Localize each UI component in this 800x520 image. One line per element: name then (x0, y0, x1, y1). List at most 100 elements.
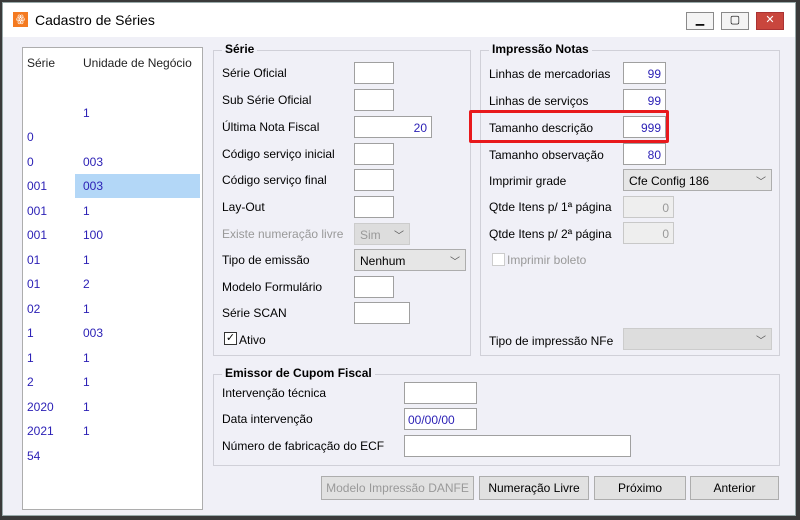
grade-select[interactable]: Cfe Config 186 ﹀ (623, 169, 772, 191)
tipo-emissao-select[interactable]: Nenhum ﹀ (354, 249, 466, 271)
unidade-cell: 1 (83, 105, 90, 120)
sub-serie-label: Sub Série Oficial (222, 93, 312, 107)
unidade-cell: 1 (83, 350, 90, 365)
serie-cell: 0 (27, 154, 34, 169)
tipo-nfe-select[interactable]: ﹀ (623, 328, 772, 350)
existe-num-select[interactable]: Sim ﹀ (354, 223, 410, 245)
tipo-emissao-label: Tipo de emissão (222, 253, 310, 267)
cod-final-input[interactable] (354, 169, 394, 191)
serie-scan-input[interactable] (354, 302, 410, 324)
series-list[interactable]: Série Unidade de Negócio 1 0 0 003 001 003 001… (22, 47, 203, 510)
intervencao-label: Intervenção técnica (222, 386, 327, 400)
list-row[interactable]: 1 (26, 101, 200, 125)
unidade-cell: 1 (83, 252, 90, 267)
unidade-cell: 003 (83, 154, 104, 169)
linhas-serv-input[interactable]: 99 (623, 89, 666, 111)
title-bar: ꙮ Cadastro de Séries ▁ ▢ ✕ (3, 3, 795, 37)
list-row[interactable]: 21 (26, 370, 200, 394)
maximize-button[interactable]: ▢ (721, 12, 749, 30)
minimize-button[interactable]: ▁ (686, 12, 714, 30)
existe-num-value: Sim (360, 228, 381, 242)
unidade-cell: 1 (83, 203, 90, 218)
qtde2-label: Qtde Itens p/ 2ª página (489, 227, 612, 241)
chevron-down-icon: ﹀ (756, 336, 766, 347)
chevron-down-icon: ﹀ (394, 231, 404, 242)
layout-label: Lay-Out (222, 200, 265, 214)
list-row[interactable]: 02 1 (26, 297, 200, 321)
linhas-merc-label: Linhas de mercadorias (489, 67, 611, 81)
unidade-cell: 1 (83, 301, 90, 316)
qtde2-input[interactable]: 0 (623, 222, 674, 244)
serie-cell: 001 (27, 179, 48, 193)
numero-input[interactable] (404, 435, 631, 457)
serie-cell: 01 (27, 252, 41, 267)
list-row[interactable]: 001 1 (26, 199, 200, 223)
serie-oficial-label: Série Oficial (222, 66, 287, 80)
list-row[interactable]: 001 100 (26, 223, 200, 247)
serie-cell: 1 (27, 350, 34, 365)
qtde1-input[interactable]: 0 (623, 196, 674, 218)
list-row[interactable]: 54 (26, 444, 200, 468)
list-row[interactable]: 2020 1 (26, 395, 200, 419)
unidade-cell: 2 (83, 277, 90, 291)
serie-cell: 2 (27, 375, 34, 389)
serie-scan-label: Série SCAN (222, 306, 287, 320)
modelo-danfe-button[interactable]: Modelo Impressão DANFE (321, 476, 474, 500)
app-logo-icon: ꙮ (13, 12, 28, 27)
serie-oficial-input[interactable] (354, 62, 394, 84)
cod-inicial-label: Código serviço inicial (222, 147, 335, 161)
linhas-serv-label: Linhas de serviços (489, 94, 589, 108)
sub-serie-input[interactable] (354, 89, 394, 111)
ativo-checkbox[interactable]: ✓ (224, 332, 237, 345)
unidade-cell: 1 (83, 399, 90, 414)
numeracao-livre-button[interactable]: Numeração Livre (479, 476, 589, 500)
chevron-down-icon: ﹀ (450, 257, 460, 268)
modelo-input[interactable] (354, 276, 394, 298)
anterior-button[interactable]: Anterior (690, 476, 779, 500)
list-row[interactable] (26, 76, 200, 100)
list-row[interactable]: 0 003 (26, 150, 200, 174)
proximo-button[interactable]: Próximo (594, 476, 686, 500)
list-row[interactable]: 2021 1 (26, 419, 200, 443)
ativo-label: Ativo (239, 333, 266, 347)
linhas-merc-input[interactable]: 99 (623, 62, 666, 84)
list-row[interactable]: 01 2 (26, 272, 200, 296)
tam-obs-input[interactable]: 80 (623, 143, 666, 165)
ultima-nota-label: Última Nota Fiscal (222, 120, 320, 134)
serie-cell: 2020 (27, 399, 54, 414)
unidade-cell: 003 (83, 179, 104, 193)
existe-num-label: Existe numeração livre (222, 227, 344, 241)
tipo-nfe-label: Tipo de impressão NFe (489, 334, 614, 348)
close-button[interactable]: ✕ (756, 12, 784, 30)
unidade-cell: 1 (83, 424, 90, 438)
chevron-down-icon: ﹀ (756, 177, 766, 188)
list-row[interactable]: 0 (26, 125, 200, 149)
unidade-cell: 003 (83, 326, 104, 340)
boleto-checkbox[interactable] (492, 253, 505, 266)
serie-cell: 1 (27, 326, 34, 340)
serie-group-title: Série (222, 42, 258, 56)
serie-cell: 001 (27, 203, 48, 218)
list-row[interactable]: 11 (26, 346, 200, 370)
list-row[interactable]: 1 003 (26, 321, 200, 345)
modelo-label: Modelo Formulário (222, 280, 323, 294)
column-header-unidade[interactable]: Unidade de Negócio (83, 56, 192, 70)
grade-label: Imprimir grade (489, 174, 567, 188)
column-header-serie[interactable]: Série (27, 56, 55, 70)
serie-cell: 02 (27, 301, 41, 316)
unidade-cell: 1 (83, 375, 90, 389)
grade-value: Cfe Config 186 (629, 174, 710, 188)
list-row[interactable]: 001 003 (26, 174, 200, 198)
intervencao-input[interactable] (404, 382, 477, 404)
cupom-group-title: Emissor de Cupom Fiscal (222, 366, 375, 380)
highlight-box (469, 110, 669, 143)
data-label: Data intervenção (222, 412, 313, 426)
cod-inicial-input[interactable] (354, 143, 394, 165)
data-input[interactable]: 00/00/00 (404, 408, 477, 430)
ultima-nota-input[interactable]: 20 (354, 116, 432, 138)
serie-cell: 0 (27, 130, 34, 144)
cod-final-label: Código serviço final (222, 173, 327, 187)
unidade-cell: 100 (83, 228, 104, 242)
layout-input[interactable] (354, 196, 394, 218)
list-row[interactable]: 01 1 (26, 248, 200, 272)
